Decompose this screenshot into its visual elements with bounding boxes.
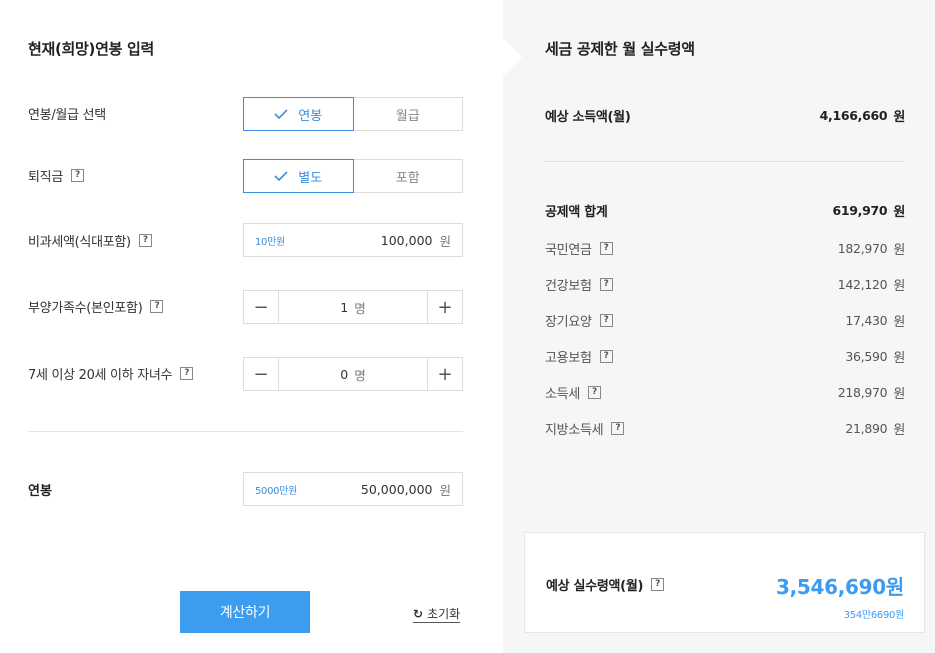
severance-included-button[interactable]: 포함 [353,159,463,193]
severance-separate-button[interactable]: 별도 [243,159,354,193]
salary-input[interactable]: 5000만원 50,000,000 원 [243,472,463,506]
help-icon[interactable]: ? [599,350,613,363]
net-amount: 3,546,690원 [775,575,904,599]
minus-button[interactable]: − [244,291,278,323]
salary-label: 연봉 [28,484,52,499]
deduction-row-pension: 국민연금 ? 182,970 원 [545,241,905,258]
plus-button[interactable]: + [428,291,462,323]
check-icon [274,109,288,119]
nontax-value: 100,000 [380,232,433,248]
children-value-field[interactable]: 0 명 [278,358,428,390]
nontax-unit: 원 [439,233,451,249]
deduction-row-longterm-care: 장기요양 ? 17,430 원 [545,313,905,330]
help-icon[interactable]: ? [138,234,152,247]
help-icon[interactable]: ? [599,242,613,255]
net-amount-korean: 354만6690원 [843,610,905,621]
reset-button[interactable]: ↻ 초기화 [413,607,461,623]
minus-button[interactable]: − [244,358,278,390]
severance-label: 퇴직금 ? [28,166,84,185]
children-stepper: − 0 명 + [243,357,463,391]
result-title: 세금 공제한 월 실수령액 [545,40,695,58]
pay-type-annual-button[interactable]: 연봉 [243,97,354,131]
input-title: 현재(희망)연봉 입력 [28,40,155,58]
help-icon[interactable]: ? [587,386,601,399]
help-icon[interactable]: ? [611,422,625,435]
severance-toggle: 별도 포함 [243,159,463,193]
help-icon[interactable]: ? [599,314,613,327]
nontax-label: 비과세액(식대포함) ? [28,231,152,250]
salary-hint: 5000만원 [255,485,298,497]
pay-type-monthly-button[interactable]: 월급 [353,97,463,131]
calculate-button[interactable]: 계산하기 [180,591,310,633]
deduction-row-employment: 고용보험 ? 36,590 원 [545,349,905,366]
help-icon[interactable]: ? [599,278,613,291]
salary-unit: 원 [439,482,451,498]
children-label: 7세 이상 20세 이하 자녀수 ? [28,364,194,383]
net-label: 예상 실수령액(월) ? [546,575,665,594]
help-icon[interactable]: ? [651,578,665,591]
check-icon [274,171,288,181]
deduction-total-row: 공제액 합계 619,970 원 [545,203,905,220]
pay-type-label: 연봉/월급 선택 [28,108,106,123]
help-icon[interactable]: ? [180,367,194,380]
plus-button[interactable]: + [428,358,462,390]
deduction-row-local-tax: 지방소득세 ? 21,890 원 [545,421,905,438]
net-result-box: 예상 실수령액(월) ? 3,546,690원 354만6690원 [524,532,925,633]
panel-arrow [503,38,522,76]
dependents-label: 부양가족수(본인포함) ? [28,297,164,316]
deduction-row-health: 건강보험 ? 142,120 원 [545,277,905,294]
input-panel: 현재(희망)연봉 입력 연봉/월급 선택 연봉 월급 퇴직금 ? 별도 포함 비… [0,0,503,653]
help-icon[interactable]: ? [150,300,164,313]
help-icon[interactable]: ? [70,169,84,182]
refresh-icon: ↻ [413,607,424,621]
dependents-value-field[interactable]: 1 명 [278,291,428,323]
divider [28,431,463,432]
divider [545,161,905,162]
salary-value: 50,000,000 [360,481,433,497]
nontax-hint: 10만원 [255,236,285,248]
dependents-stepper: − 1 명 + [243,290,463,324]
pay-type-toggle: 연봉 월급 [243,97,463,131]
nontax-input[interactable]: 10만원 100,000 원 [243,223,463,257]
monthly-income-row: 예상 소득액(월) 4,166,660 원 [545,108,905,125]
deduction-row-income-tax: 소득세 ? 218,970 원 [545,385,905,402]
